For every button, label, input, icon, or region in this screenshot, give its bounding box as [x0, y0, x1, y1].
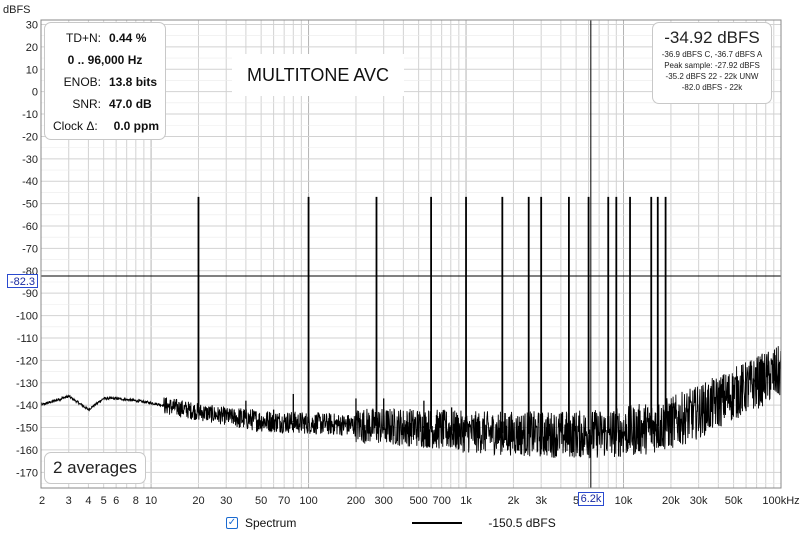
y-tick-label: -140	[16, 400, 38, 412]
x-tick-label: 1k	[460, 495, 472, 507]
y-tick-label: 20	[26, 42, 38, 54]
x-tick-label: 3k	[535, 495, 547, 507]
x-tick-label: 30k	[690, 495, 708, 507]
legend-line-swatch	[412, 522, 463, 524]
clock-row: Clock Δ: 0.0 ppm	[51, 115, 159, 137]
spectrum-series	[40, 196, 782, 459]
x-tick-label: 10k	[615, 495, 633, 507]
y-tick-label: -120	[16, 355, 38, 367]
y-tick-label: -170	[16, 467, 38, 479]
x-tick-label: 5	[101, 495, 107, 507]
snr-row: SNR: 47.0 dB	[51, 93, 159, 115]
y-axis-ticks: 3020100-10-20-30-40-50-60-70-80-90-100-1…	[16, 19, 38, 479]
enob-label: ENOB:	[63, 75, 101, 89]
x-tick-label: 4	[85, 495, 91, 507]
legend-label: Spectrum	[245, 516, 297, 530]
x-tick-label: 30	[220, 495, 232, 507]
cursor-x-readout[interactable]: 6.2k	[578, 492, 604, 506]
stats-panel: TD+N: 0.44 % 0 .. 96,000 Hz ENOB: 13.8 b…	[44, 22, 166, 140]
y-tick-label: -40	[22, 176, 38, 188]
x-tick-label: 8	[133, 495, 139, 507]
y-tick-label: 10	[26, 64, 38, 76]
unweighted-level: -35.2 dBFS 22 - 22k UNW	[665, 72, 759, 81]
x-tick-label: 300	[375, 495, 393, 507]
y-tick-label: -150	[16, 423, 38, 435]
chart-title: MULTITONE AVC	[232, 54, 404, 96]
y-tick-label: -30	[22, 154, 38, 166]
x-tick-label: 100	[299, 495, 317, 507]
y-tick-label: -20	[22, 131, 38, 143]
y-tick-label: -70	[22, 243, 38, 255]
range-row: 0 .. 96,000 Hz	[51, 49, 159, 71]
rms-level: -34.92 dBFS	[664, 28, 760, 47]
band-level: -82.0 dBFS - 22k	[681, 83, 743, 92]
y-axis-label: dBFS	[3, 4, 31, 16]
weighted-level: -36.9 dBFS C, -36.7 dBFS A	[661, 50, 763, 59]
peak-sample: Peak sample: -27.92 dBFS	[664, 61, 760, 70]
y-tick-label: 30	[26, 19, 38, 31]
frequency-range: 0 .. 96,000 Hz	[67, 53, 143, 67]
x-tick-label: 200	[347, 495, 365, 507]
y-tick-label: -130	[16, 378, 38, 390]
level-panel: -34.92 dBFS -36.9 dBFS C, -36.7 dBFS A P…	[652, 22, 772, 104]
x-tick-label: 20	[192, 495, 204, 507]
x-tick-label: 6	[113, 495, 119, 507]
y-tick-label: 0	[32, 87, 38, 99]
x-tick-label: 3	[66, 495, 72, 507]
x-tick-label: 700	[432, 495, 450, 507]
x-tick-label: 50	[255, 495, 267, 507]
spectrum-checkbox[interactable]: ✓	[226, 517, 238, 529]
x-tick-label: 500	[409, 495, 427, 507]
y-tick-label: -110	[17, 333, 38, 345]
y-tick-label: -50	[22, 199, 38, 211]
y-tick-label: -160	[16, 445, 38, 457]
clock-value: 0.0 ppm	[113, 119, 159, 133]
x-tick-label: 70	[278, 495, 290, 507]
y-tick-label: -100	[16, 311, 38, 323]
x-tick-label: 2k	[508, 495, 520, 507]
spectrum-trace	[40, 346, 782, 459]
thdn-value: 0.44 %	[109, 31, 147, 45]
enob-row: ENOB: 13.8 bits	[51, 71, 159, 93]
x-tick-label: 10	[145, 495, 157, 507]
x-tick-label: 20k	[662, 495, 680, 507]
cursor-y-readout[interactable]: -82.3	[7, 274, 38, 288]
x-axis-ticks: 2 3 4 5 6 8 10 20 30 50 70 100 200 300 500 700 1k 2k 3k 5 10…	[39, 495, 800, 507]
snr-value: 47.0 dB	[109, 97, 152, 111]
enob-value: 13.8 bits	[109, 75, 158, 89]
thdn-row: TD+N: 0.44 %	[51, 27, 159, 49]
y-tick-label: -10	[22, 109, 38, 121]
averages-panel: 2 averages	[44, 452, 146, 484]
thdn-label: TD+N:	[65, 31, 101, 45]
legend-value: -150.5 dBFS	[488, 516, 556, 530]
legend: ✓ Spectrum -150.5 dBFS	[226, 514, 556, 532]
x-tick-label: 100kHz	[762, 495, 799, 507]
snr-label: SNR:	[72, 97, 101, 111]
y-tick-label: -90	[22, 288, 38, 300]
x-tick-label: 50k	[725, 495, 743, 507]
y-tick-label: -60	[22, 221, 38, 233]
x-tick-label: 2	[39, 495, 45, 507]
clock-label: Clock Δ:	[53, 119, 98, 133]
